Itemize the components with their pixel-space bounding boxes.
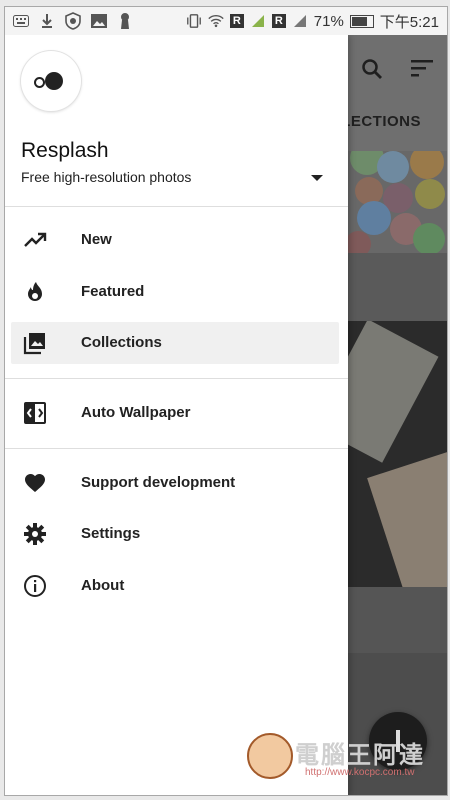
watermark-text: 電腦王阿達 <box>295 742 425 769</box>
image-icon <box>91 13 107 29</box>
sort-icon[interactable] <box>411 59 433 82</box>
signal-2-icon <box>292 13 308 29</box>
clock: 下午5:21 <box>379 13 439 31</box>
heart-icon <box>23 471 47 495</box>
menu-item-featured[interactable]: Featured <box>11 271 339 313</box>
menu-label: Featured <box>81 283 145 300</box>
menu-item-about[interactable]: About <box>11 565 339 607</box>
watermark: 電腦王阿達 http://www.kocpc.com.tw <box>247 729 443 785</box>
trending-up-icon <box>23 228 47 252</box>
divider <box>5 206 348 207</box>
menu-label: Support development <box>81 474 236 491</box>
download-icon <box>39 13 55 29</box>
menu-item-support-development[interactable]: Support development <box>11 462 339 504</box>
menu-label: About <box>81 577 125 594</box>
watermark-url: http://www.kocpc.com.tw <box>305 767 415 778</box>
carrier-badge-1: R <box>229 14 244 28</box>
menu-label: Auto Wallpaper <box>81 404 191 421</box>
menu-label: New <box>81 231 112 248</box>
info-icon <box>23 574 47 598</box>
navigation-drawer: Resplash Free high-resolution photos New… <box>5 35 348 795</box>
app-logo <box>21 51 81 111</box>
menu-label: Collections <box>81 334 162 351</box>
wallpaper-icon <box>23 401 47 425</box>
gear-icon <box>23 522 47 546</box>
signal-icon <box>250 13 266 29</box>
shield-icon <box>65 12 81 30</box>
photo-library-icon <box>23 331 47 355</box>
drawer-title: Resplash <box>21 139 109 162</box>
drawer-subtitle: Free high-resolution photos <box>21 169 192 185</box>
wifi-icon <box>208 13 224 29</box>
menu-label: Settings <box>81 525 141 542</box>
divider <box>5 448 348 449</box>
flame-icon <box>23 280 47 304</box>
dropdown-caret-icon[interactable] <box>311 175 323 181</box>
logo-ring <box>34 77 45 88</box>
battery-percent: 71% <box>313 12 344 30</box>
keyboard-icon <box>13 13 29 29</box>
phone-screen: R R 71% 下午5:21 LLECTIONS Resplash Free h… <box>4 6 448 796</box>
search-icon[interactable] <box>360 57 384 86</box>
menu-item-new[interactable]: New <box>11 219 339 261</box>
divider <box>5 378 348 379</box>
menu-item-auto-wallpaper[interactable]: Auto Wallpaper <box>11 392 339 434</box>
menu-item-collections[interactable]: Collections <box>11 322 339 364</box>
vibrate-icon <box>186 13 202 29</box>
status-bar: R R 71% 下午5:21 <box>5 7 447 35</box>
keyhole-icon <box>117 13 133 29</box>
menu-item-settings[interactable]: Settings <box>11 513 339 555</box>
carrier-badge-2: R <box>271 14 286 28</box>
watermark-mascot-icon <box>247 733 293 779</box>
battery-icon <box>349 14 374 28</box>
logo-dot <box>45 72 63 90</box>
